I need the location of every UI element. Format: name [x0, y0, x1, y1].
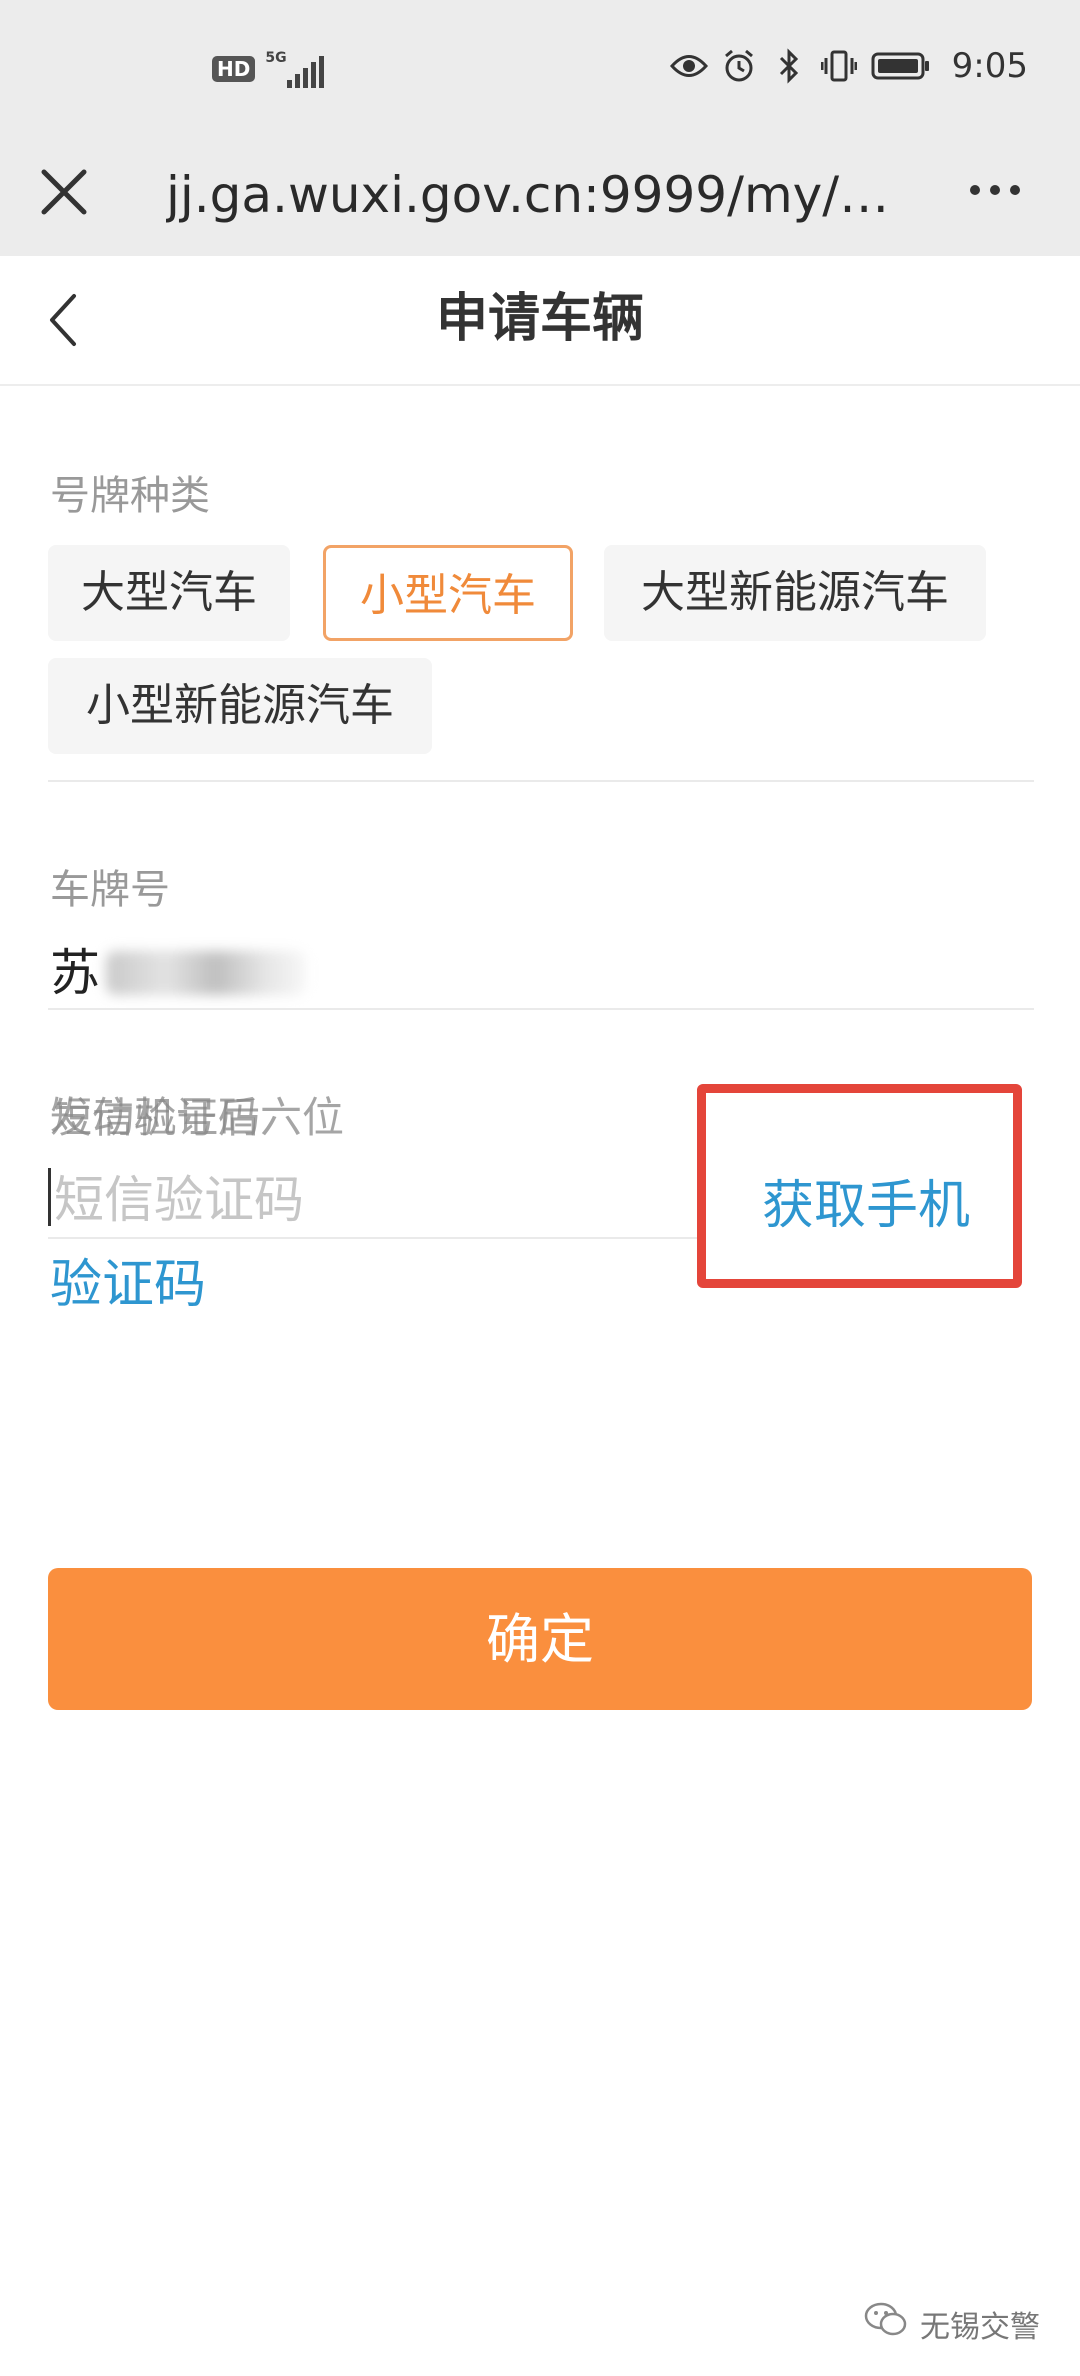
- close-icon[interactable]: [34, 162, 94, 222]
- confirm-button[interactable]: 确定: [48, 1568, 1032, 1710]
- eye-icon: [669, 47, 708, 85]
- status-right: 9:05: [669, 46, 1028, 86]
- battery-icon: [870, 47, 932, 85]
- plate-number-label: 车牌号: [50, 867, 170, 913]
- plate-prefix: 苏: [50, 944, 100, 1002]
- hd-badge: HD: [212, 56, 256, 82]
- status-left: HD 5G: [212, 50, 335, 88]
- alarm-icon: [720, 47, 758, 85]
- divider: [48, 1008, 1034, 1010]
- signal-icon: 5G: [265, 50, 335, 88]
- text-caret: [48, 1168, 51, 1226]
- plate-type-option-small-new-energy[interactable]: 小型新能源汽车: [48, 658, 432, 754]
- divider: [48, 780, 1034, 782]
- browser-bar: jj.ga.wuxi.gov.cn:9999/my/my...: [0, 132, 1080, 256]
- more-icon[interactable]: [960, 170, 1030, 210]
- vibrate-icon: [820, 47, 858, 85]
- plate-type-option-large-car[interactable]: 大型汽车: [48, 545, 290, 641]
- bluetooth-icon: [770, 47, 808, 85]
- plate-type-label: 号牌种类: [50, 473, 210, 519]
- sms-code-input[interactable]: [54, 1160, 674, 1240]
- plate-type-option-small-car[interactable]: 小型汽车: [323, 545, 573, 641]
- address-bar[interactable]: jj.ga.wuxi.gov.cn:9999/my/my...: [166, 160, 906, 230]
- clock: 9:05: [951, 46, 1028, 86]
- divider: [48, 1237, 698, 1239]
- get-code-label-continued[interactable]: 验证码: [50, 1250, 206, 1320]
- sms-code-label: 短信验证码 发动机号后六位: [50, 1088, 450, 1148]
- get-code-button[interactable]: 获取手机: [697, 1084, 1022, 1288]
- status-bar: HD 5G 9:05: [0, 0, 1080, 132]
- plate-number-value[interactable]: 苏: [50, 938, 306, 1008]
- watermark-text: 无锡交警: [920, 2310, 1040, 2345]
- watermark: 无锡交警: [864, 2302, 1040, 2346]
- network-type: 5G: [265, 50, 287, 66]
- sms-code-field[interactable]: [48, 1160, 688, 1240]
- sms-label-ghost: 发动机号后六位: [50, 1093, 345, 1142]
- plate-type-option-large-new-energy[interactable]: 大型新能源汽车: [604, 545, 986, 641]
- page-title: 申请车辆: [435, 289, 644, 349]
- get-code-label: 获取手机: [762, 1176, 971, 1236]
- blurred-plate: [106, 951, 306, 995]
- nav-header: 申请车辆: [0, 256, 1080, 386]
- wechat-icon: [864, 2302, 908, 2346]
